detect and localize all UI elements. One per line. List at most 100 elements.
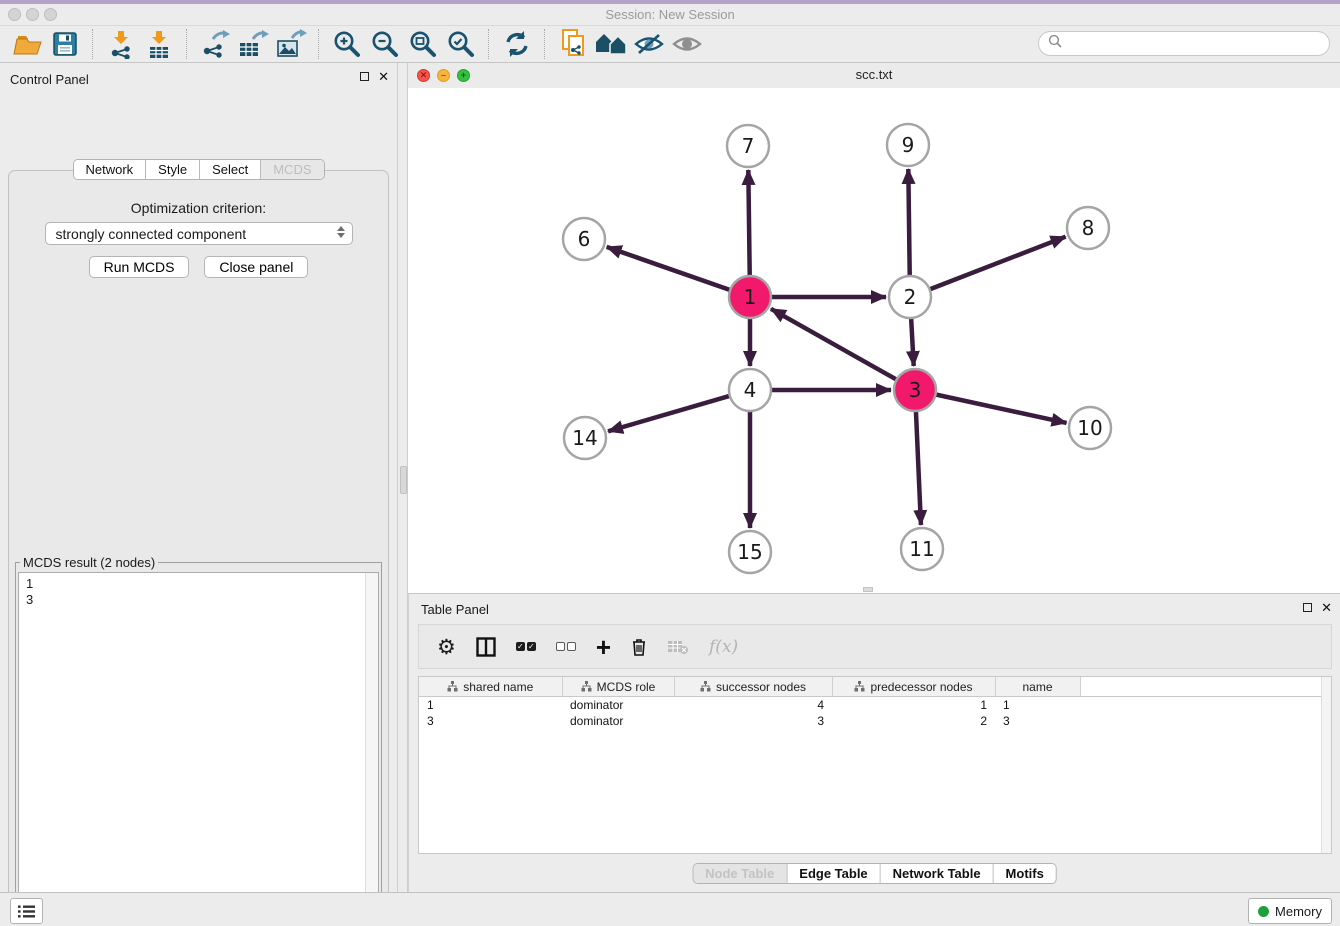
tab-network[interactable]: Network	[73, 160, 146, 179]
tab-select[interactable]: Select	[200, 160, 261, 179]
tab-mcds[interactable]: MCDS	[261, 160, 323, 179]
zoom-in-icon[interactable]	[328, 27, 366, 61]
export-network-icon[interactable]	[196, 27, 234, 61]
tab-motifs[interactable]: Motifs	[994, 864, 1056, 883]
network-graph[interactable]: 7968124314101511	[408, 88, 1340, 593]
optimization-criterion-select[interactable]: strongly connected component	[45, 222, 353, 245]
import-network-icon[interactable]	[102, 27, 140, 61]
columns-icon[interactable]	[476, 635, 496, 659]
toolbar-separator	[318, 29, 320, 59]
task-history-button[interactable]	[10, 898, 43, 924]
gear-icon[interactable]: ⚙	[437, 635, 456, 659]
search-box[interactable]	[1038, 31, 1330, 56]
column-header-name[interactable]: name	[995, 677, 1080, 697]
zoom-fit-icon[interactable]	[404, 27, 442, 61]
graph-node-label: 2	[904, 285, 917, 309]
graph-edge-3-1[interactable]	[771, 309, 898, 380]
show-all-icon[interactable]	[668, 27, 706, 61]
open-file-icon[interactable]	[8, 27, 46, 61]
new-network-from-selection-icon[interactable]	[554, 27, 592, 61]
first-neighbors-icon[interactable]	[592, 27, 630, 61]
tree-icon	[581, 681, 592, 692]
graph-edge-2-9[interactable]	[908, 169, 909, 277]
refresh-layout-icon[interactable]	[498, 27, 536, 61]
mcds-result-area[interactable]: 1 3	[18, 572, 379, 926]
control-panel: Control Panel ✕ Network Style Select MCD…	[0, 63, 397, 892]
tab-network-table[interactable]: Network Table	[881, 864, 994, 883]
optimization-criterion-label: Optimization criterion:	[9, 200, 388, 216]
add-icon[interactable]: +	[596, 635, 611, 659]
search-icon	[1048, 34, 1062, 53]
close-panel-button[interactable]: Close panel	[204, 256, 308, 278]
status-bar: Memory	[0, 892, 1340, 926]
network-canvas[interactable]: 7968124314101511	[408, 88, 1340, 593]
app-titlebar: Session: New Session	[0, 4, 1340, 26]
network-window-title: scc.txt	[408, 67, 1340, 82]
select-all-icon[interactable]: ✓✓	[516, 635, 536, 659]
zoom-selected-icon[interactable]	[442, 27, 480, 61]
mcds-result-title: MCDS result (2 nodes)	[20, 555, 158, 570]
table-row[interactable]: 1dominator411	[419, 697, 1324, 714]
hide-selected-icon[interactable]	[630, 27, 668, 61]
search-input[interactable]	[1067, 35, 1329, 52]
tab-node-table[interactable]: Node Table	[693, 864, 787, 883]
column-header-predecessor-nodes[interactable]: predecessor nodes	[832, 677, 995, 697]
graph-edge-4-14[interactable]	[608, 396, 731, 432]
close-table-panel-icon[interactable]: ✕	[1321, 602, 1332, 613]
graph-edge-3-10[interactable]	[935, 394, 1067, 423]
dropdown-value: strongly connected component	[56, 226, 247, 242]
network-window-titlebar: ✕ – + scc.txt	[408, 63, 1340, 89]
toolbar-separator	[92, 29, 94, 59]
table-panel-title: Table Panel	[421, 602, 489, 617]
zoom-out-icon[interactable]	[366, 27, 404, 61]
graph-node-label: 6	[578, 227, 591, 251]
column-header-successor-nodes[interactable]: successor nodes	[674, 677, 832, 697]
tab-style[interactable]: Style	[146, 160, 200, 179]
graph-node-label: 4	[744, 378, 757, 402]
graph-node-label: 3	[909, 378, 922, 402]
export-table-icon[interactable]	[234, 27, 272, 61]
tree-icon	[700, 681, 711, 692]
float-table-panel-icon[interactable]	[1303, 603, 1312, 612]
column-header-filler	[1080, 677, 1324, 697]
import-table-icon[interactable]	[140, 27, 178, 61]
splitter-handle[interactable]	[400, 466, 407, 494]
vertical-splitter[interactable]	[397, 63, 408, 892]
toolbar-separator	[544, 29, 546, 59]
graph-edge-3-11[interactable]	[916, 410, 921, 525]
graph-edge-2-8[interactable]	[929, 237, 1066, 290]
close-panel-icon[interactable]: ✕	[378, 71, 389, 82]
column-header-mcds-role[interactable]: MCDS role	[562, 677, 674, 697]
memory-status-icon	[1258, 906, 1269, 917]
deselect-all-icon[interactable]	[556, 635, 576, 659]
table-scrollbar[interactable]	[1321, 677, 1331, 853]
tree-icon	[447, 681, 458, 692]
node-table: shared name MCDS role successor nodes pr…	[418, 676, 1332, 854]
network-window: ✕ – + scc.txt 7968124314101511	[408, 63, 1340, 593]
column-header-shared-name[interactable]: shared name	[419, 677, 562, 697]
mcds-result-text: 1 3	[19, 573, 365, 926]
mcds-panel: Optimization criterion: strongly connect…	[8, 170, 389, 926]
mcds-result-scrollbar[interactable]	[365, 573, 378, 926]
graph-node-label: 8	[1082, 216, 1095, 240]
graph-edge-2-3[interactable]	[911, 317, 914, 366]
table-row[interactable]: 3dominator323	[419, 713, 1324, 729]
tab-edge-table[interactable]: Edge Table	[787, 864, 880, 883]
graph-node-label: 10	[1077, 416, 1102, 440]
table-toolbar: ⚙ ✓✓ + f(x)	[418, 624, 1332, 669]
mcds-result-group: MCDS result (2 nodes) 1 3	[15, 555, 382, 926]
delete-icon[interactable]	[631, 635, 647, 659]
app-title: Session: New Session	[0, 7, 1340, 22]
run-mcds-button[interactable]: Run MCDS	[89, 256, 190, 278]
horizontal-splitter-handle[interactable]	[863, 587, 873, 592]
float-panel-icon[interactable]	[360, 72, 369, 81]
graph-node-label: 1	[744, 285, 757, 309]
delete-table-icon	[667, 635, 689, 659]
save-session-icon[interactable]	[46, 27, 84, 61]
toolbar-separator	[488, 29, 490, 59]
graph-edge-1-6[interactable]	[607, 247, 731, 290]
graph-edge-1-7[interactable]	[748, 170, 749, 277]
table-tabs: Node Table Edge Table Network Table Moti…	[692, 863, 1057, 884]
memory-button[interactable]: Memory	[1248, 898, 1332, 924]
export-image-icon[interactable]	[272, 27, 310, 61]
